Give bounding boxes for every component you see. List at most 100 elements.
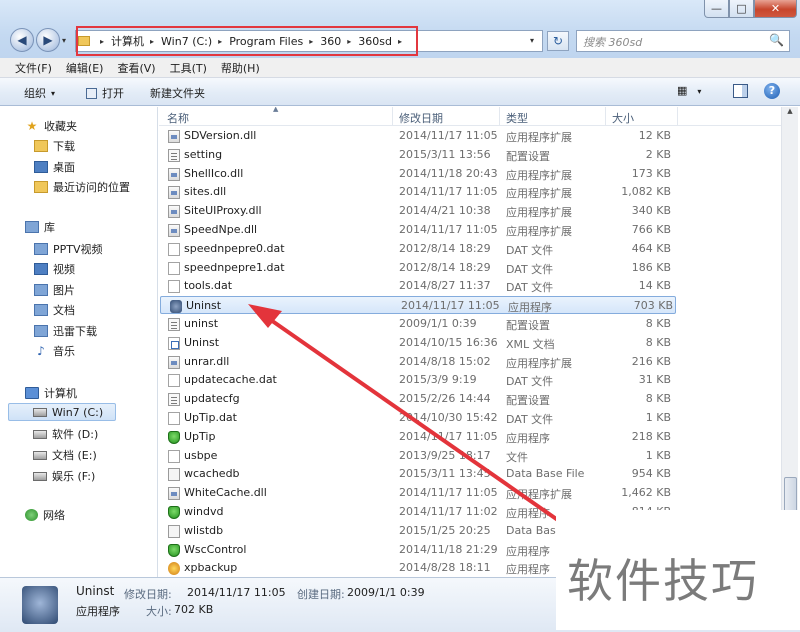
organize-button[interactable]: 组织 ▾ — [24, 85, 55, 101]
view-options-button[interactable]: ▦ ▾ — [677, 84, 717, 100]
file-size: 703 KB — [633, 299, 673, 313]
scroll-up-arrow[interactable]: ▲ — [782, 107, 798, 121]
file-row[interactable]: Uninst 2014/11/17 11:05 应用程序 703 KB — [160, 296, 676, 315]
file-row[interactable]: unrar.dll 2014/8/18 15:02 应用程序扩展 216 KB — [159, 353, 679, 371]
file-row[interactable]: usbpe 2013/9/25 18:17 文件 1 KB — [159, 447, 679, 465]
column-size[interactable]: 大小 — [612, 110, 634, 126]
file-type: 应用程序扩展 — [506, 168, 572, 182]
menu-view[interactable]: 查看(V) — [117, 60, 155, 76]
open-icon — [86, 87, 97, 99]
column-divider[interactable] — [499, 107, 500, 126]
file-row[interactable]: tools.dat 2014/8/27 11:37 DAT 文件 14 KB — [159, 277, 679, 295]
recent-pages-dropdown[interactable]: ▾ — [62, 36, 66, 45]
file-type: DAT 文件 — [506, 281, 554, 295]
nav-downloads[interactable]: 下载 — [34, 137, 75, 155]
nav-recent[interactable]: 最近访问的位置 — [34, 178, 130, 196]
column-type[interactable]: 类型 — [506, 110, 528, 126]
nav-documents[interactable]: 文档 — [34, 301, 75, 319]
file-type: 配置设置 — [506, 149, 550, 163]
file-date: 2015/1/25 20:25 — [399, 523, 491, 537]
file-row[interactable]: ShellIco.dll 2014/11/18 20:43 应用程序扩展 173 KB — [159, 165, 679, 183]
file-row[interactable]: Uninst 2014/10/15 16:36 XML 文档 8 KB — [159, 334, 679, 352]
menu-file[interactable]: 文件(F) — [15, 60, 52, 76]
file-row[interactable]: updatecache.dat 2015/3/9 9:19 DAT 文件 31 KB — [159, 371, 679, 389]
dll-file-icon — [168, 205, 180, 219]
file-row[interactable]: wcachedb 2015/3/11 13:45 Data Base File 954… — [159, 465, 679, 483]
search-box[interactable]: 搜索 360sd 🔍 — [576, 30, 790, 52]
nav-drive-f[interactable]: 娱乐 (F:) — [33, 467, 95, 485]
file-row[interactable]: sites.dll 2014/11/17 11:05 应用程序扩展 1,082 KB — [159, 183, 679, 201]
recent-places-icon — [34, 181, 48, 193]
column-name[interactable]: 名称 — [167, 110, 189, 126]
nav-drive-d[interactable]: 软件 (D:) — [33, 425, 98, 443]
address-dropdown[interactable]: ▾ — [530, 36, 534, 45]
maximize-icon: □ — [736, 2, 747, 15]
file-row[interactable]: UpTip 2014/11/17 11:05 应用程序 218 KB — [159, 428, 679, 446]
file-row[interactable]: SDVersion.dll 2014/11/17 11:05 应用程序扩展 12 KB — [159, 127, 679, 145]
view-icon: ▦ — [677, 84, 688, 97]
refresh-button[interactable]: ↻ — [547, 31, 569, 51]
back-arrow-icon: ◀ — [17, 33, 27, 47]
column-divider[interactable] — [392, 107, 393, 126]
menu-help[interactable]: 帮助(H) — [221, 60, 260, 76]
file-type: DAT 文件 — [506, 375, 554, 389]
nav-pictures[interactable]: 图片 — [34, 281, 75, 299]
chevron-down-icon: ▾ — [51, 88, 56, 98]
nav-drive-c[interactable]: Win7 (C:) — [8, 403, 116, 421]
nav-libraries[interactable]: 库 — [25, 218, 55, 236]
nav-favorites[interactable]: ★ 收藏夹 — [25, 117, 77, 135]
open-button[interactable]: 打开 — [86, 85, 124, 101]
file-row[interactable]: setting 2015/3/11 13:56 配置设置 2 KB — [159, 146, 679, 164]
file-row[interactable]: updatecfg 2015/2/26 14:44 配置设置 8 KB — [159, 390, 679, 408]
new-folder-button[interactable]: 新建文件夹 — [150, 85, 205, 101]
column-divider[interactable] — [605, 107, 606, 126]
details-modified-value: 2014/11/17 11:05 — [187, 586, 286, 599]
back-button[interactable]: ◀ — [10, 28, 34, 52]
file-name: wlistdb — [184, 523, 224, 537]
shield-file-icon — [168, 543, 180, 557]
nav-desktop[interactable]: 桌面 — [34, 158, 75, 176]
file-date: 2014/11/17 11:05 — [399, 129, 498, 142]
nav-pptv[interactable]: PPTV视频 — [34, 240, 103, 258]
file-size: 954 KB — [631, 467, 671, 481]
nav-label: 文档 — [53, 304, 75, 317]
file-row[interactable]: speednpepre1.dat 2012/8/14 18:29 DAT 文件 186… — [159, 259, 679, 277]
search-input[interactable]: 搜索 360sd — [583, 34, 642, 50]
file-row[interactable]: SpeedNpe.dll 2014/11/17 11:05 应用程序扩展 766 KB — [159, 221, 679, 239]
file-date: 2014/11/18 21:29 — [399, 542, 498, 556]
minimize-button[interactable]: — — [704, 0, 729, 18]
nav-drive-e[interactable]: 文档 (E:) — [33, 446, 97, 464]
forward-button[interactable]: ▶ — [36, 28, 60, 52]
details-file-name: Uninst — [76, 584, 115, 598]
file-row[interactable]: WhiteCache.dll 2014/11/17 11:05 应用程序扩展 1,46… — [159, 484, 679, 502]
dll-file-icon — [168, 167, 180, 181]
help-icon[interactable]: ? — [764, 83, 780, 99]
file-row[interactable]: SiteUIProxy.dll 2014/4/21 10:38 应用程序扩展 340 … — [159, 202, 679, 220]
maximize-button[interactable]: □ — [729, 0, 754, 18]
menu-edit[interactable]: 编辑(E) — [66, 60, 104, 76]
drive-icon — [33, 407, 47, 417]
db-file-icon — [168, 468, 180, 482]
menu-tools[interactable]: 工具(T) — [170, 60, 207, 76]
vertical-scrollbar[interactable]: ▲ ▾ — [781, 107, 798, 577]
close-button[interactable]: ✕ — [754, 0, 797, 18]
nav-videos[interactable]: 视频 — [34, 260, 75, 278]
file-row[interactable]: speednpepre0.dat 2012/8/14 18:29 DAT 文件 464… — [159, 240, 679, 258]
file-size: 766 KB — [631, 223, 671, 236]
file-type: XML 文档 — [506, 337, 555, 351]
nav-computer[interactable]: 计算机 — [25, 384, 77, 402]
search-icon[interactable]: 🔍 — [769, 33, 784, 47]
file-name: sites.dll — [184, 185, 227, 199]
dll-file-icon — [168, 355, 180, 369]
file-size: 2 KB — [645, 147, 671, 161]
nav-network[interactable]: 网络 — [25, 506, 65, 524]
file-size: 12 KB — [638, 129, 671, 142]
preview-pane-button[interactable] — [733, 84, 748, 98]
column-date[interactable]: 修改日期 — [399, 110, 443, 126]
file-row[interactable]: uninst 2009/1/1 0:39 配置设置 8 KB — [159, 315, 679, 333]
column-divider[interactable] — [677, 107, 678, 126]
file-row[interactable]: UpTip.dat 2014/10/30 15:42 DAT 文件 1 KB — [159, 409, 679, 427]
nav-thunder[interactable]: 迅雷下载 — [34, 322, 97, 340]
cfg-file-icon — [168, 148, 180, 162]
nav-music[interactable]: ♪ 音乐 — [34, 342, 75, 360]
